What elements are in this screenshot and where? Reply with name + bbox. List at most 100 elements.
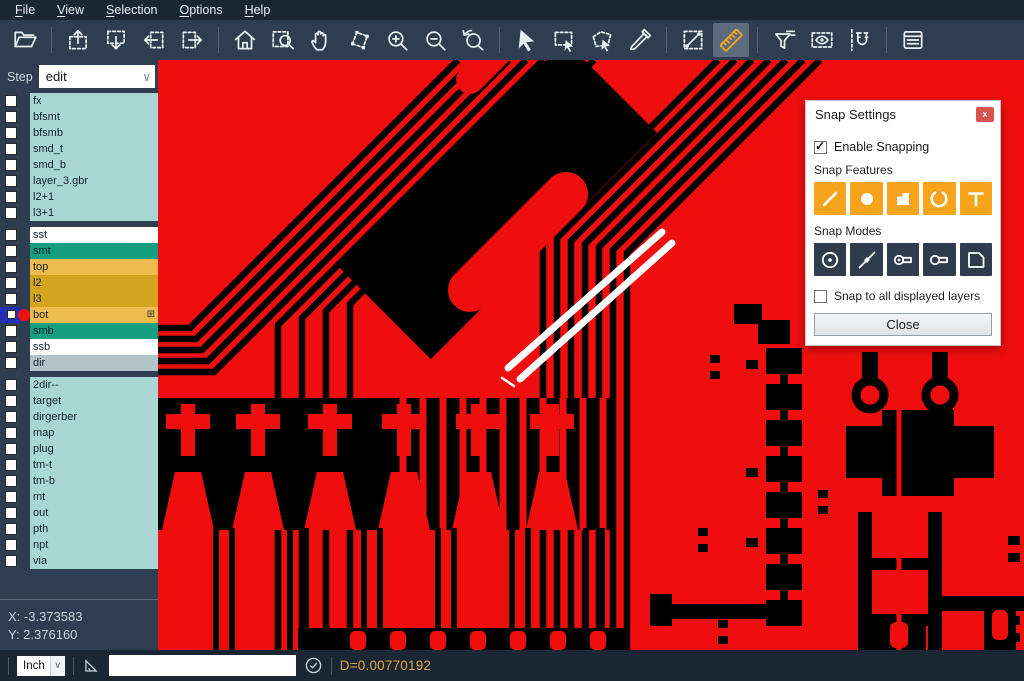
layer-name[interactable]: npt bbox=[30, 537, 158, 553]
layer-name[interactable]: dir bbox=[30, 355, 158, 371]
layer-name[interactable]: ssb bbox=[30, 339, 158, 355]
step-select[interactable]: edit ∨ bbox=[39, 65, 155, 88]
highlight-eye-icon[interactable] bbox=[804, 23, 840, 57]
snap-feature-surface-icon[interactable] bbox=[887, 182, 919, 215]
layer-name[interactable]: bfsmt bbox=[30, 109, 158, 125]
snap-mode-point-on-line-icon[interactable] bbox=[850, 243, 882, 276]
layer-visibility-checkbox[interactable] bbox=[0, 243, 22, 259]
layer-row-plug[interactable]: plug bbox=[0, 441, 158, 457]
layer-name[interactable]: pth bbox=[30, 521, 158, 537]
layer-row-smt[interactable]: smt bbox=[0, 243, 158, 259]
layer-row-via[interactable]: via bbox=[0, 553, 158, 569]
layer-visibility-checkbox[interactable] bbox=[0, 125, 22, 141]
layer-name[interactable]: l2 bbox=[30, 275, 158, 291]
close-button[interactable]: Close bbox=[814, 313, 992, 336]
layer-name[interactable]: smd_b bbox=[30, 157, 158, 173]
layer-visibility-checkbox[interactable] bbox=[0, 521, 22, 537]
layer-name[interactable]: l2+1 bbox=[30, 189, 158, 205]
layer-name[interactable]: map bbox=[30, 425, 158, 441]
clear-brush-icon[interactable] bbox=[622, 23, 658, 57]
shift-left-icon[interactable] bbox=[136, 23, 172, 57]
layer-row-dir[interactable]: dir bbox=[0, 355, 158, 371]
layer-row-l3+1[interactable]: l3+1 bbox=[0, 205, 158, 221]
export-top-icon[interactable] bbox=[60, 23, 96, 57]
layer-visibility-checkbox[interactable] bbox=[0, 537, 22, 553]
enable-snapping-checkbox[interactable] bbox=[814, 141, 827, 154]
layer-name[interactable]: sst bbox=[30, 227, 158, 243]
home-icon[interactable] bbox=[227, 23, 263, 57]
layer-name[interactable]: layer_3.gbr bbox=[30, 173, 158, 189]
layer-name[interactable]: top bbox=[30, 259, 158, 275]
snap-mode-slot-icon[interactable] bbox=[923, 243, 955, 276]
open-folder-icon[interactable] bbox=[7, 23, 43, 57]
layer-row-tm-t[interactable]: tm-t bbox=[0, 457, 158, 473]
layer-visibility-checkbox[interactable] bbox=[0, 205, 22, 221]
layer-row-top[interactable]: top bbox=[0, 259, 158, 275]
layer-visibility-checkbox[interactable] bbox=[0, 355, 22, 371]
snap-feature-text-icon[interactable] bbox=[960, 182, 992, 215]
layer-row-l2+1[interactable]: l2+1 bbox=[0, 189, 158, 205]
snap-mode-center-icon[interactable] bbox=[814, 243, 846, 276]
snap-feature-line-icon[interactable] bbox=[814, 182, 846, 215]
layer-row-smd_b[interactable]: smd_b bbox=[0, 157, 158, 173]
zoom-out-icon[interactable] bbox=[417, 23, 453, 57]
layer-row-2dir--[interactable]: 2dir-- bbox=[0, 377, 158, 393]
snap-mode-outline-icon[interactable] bbox=[960, 243, 992, 276]
layer-row-pth[interactable]: pth bbox=[0, 521, 158, 537]
layer-name[interactable]: smd_t bbox=[30, 141, 158, 157]
layer-name[interactable]: smt bbox=[30, 243, 158, 259]
layer-name[interactable]: tm-t bbox=[30, 457, 158, 473]
ruler-icon[interactable] bbox=[713, 23, 749, 57]
zoom-area-icon[interactable] bbox=[341, 23, 377, 57]
layer-name[interactable]: smb bbox=[30, 323, 158, 339]
layer-visibility-checkbox[interactable] bbox=[0, 553, 22, 569]
layer-row-l2[interactable]: l2 bbox=[0, 275, 158, 291]
layer-visibility-checkbox[interactable] bbox=[0, 339, 22, 355]
menu-options[interactable]: Options bbox=[168, 0, 233, 20]
layer-name[interactable]: mt bbox=[30, 489, 158, 505]
shift-right-icon[interactable] bbox=[174, 23, 210, 57]
layer-visibility-checkbox[interactable] bbox=[0, 393, 22, 409]
menu-help[interactable]: Help bbox=[234, 0, 282, 20]
layer-visibility-checkbox[interactable] bbox=[0, 189, 22, 205]
layer-visibility-checkbox[interactable] bbox=[0, 141, 22, 157]
snap-feature-pad-circle-icon[interactable] bbox=[850, 182, 882, 215]
layer-name[interactable]: tm-b bbox=[30, 473, 158, 489]
layer-visibility-checkbox[interactable] bbox=[0, 93, 22, 109]
command-input[interactable] bbox=[109, 655, 296, 676]
layer-visibility-checkbox[interactable] bbox=[0, 377, 22, 393]
snap-feature-arc-icon[interactable] bbox=[923, 182, 955, 215]
layer-visibility-checkbox[interactable] bbox=[0, 457, 22, 473]
close-icon[interactable]: x bbox=[976, 107, 994, 122]
layer-visibility-checkbox[interactable] bbox=[0, 505, 22, 521]
layer-row-fx[interactable]: fx bbox=[0, 93, 158, 109]
layer-name[interactable]: fx bbox=[30, 93, 158, 109]
layer-name[interactable]: out bbox=[30, 505, 158, 521]
layer-name[interactable]: via bbox=[30, 553, 158, 569]
layer-name[interactable]: 2dir-- bbox=[30, 377, 158, 393]
layer-row-npt[interactable]: npt bbox=[0, 537, 158, 553]
layer-visibility-checkbox[interactable] bbox=[0, 323, 22, 339]
layer-name[interactable]: bot⊞ bbox=[30, 307, 158, 323]
dialog-title-bar[interactable]: Snap Settings x bbox=[806, 101, 1000, 128]
layer-row-mt[interactable]: mt bbox=[0, 489, 158, 505]
pan-hand-icon[interactable] bbox=[303, 23, 339, 57]
layer-row-tm-b[interactable]: tm-b bbox=[0, 473, 158, 489]
layer-row-smb[interactable]: smb bbox=[0, 323, 158, 339]
layer-visibility-checkbox[interactable] bbox=[0, 275, 22, 291]
layers-panel-icon[interactable] bbox=[895, 23, 931, 57]
enable-snapping-row[interactable]: Enable Snapping bbox=[814, 140, 992, 154]
menu-file[interactable]: File bbox=[4, 0, 46, 20]
layer-row-dirgerber[interactable]: dirgerber bbox=[0, 409, 158, 425]
layer-row-out[interactable]: out bbox=[0, 505, 158, 521]
layer-visibility-checkbox[interactable] bbox=[0, 109, 22, 125]
layer-visibility-checkbox[interactable] bbox=[0, 425, 22, 441]
layer-visibility-checkbox[interactable] bbox=[0, 227, 22, 243]
snap-magnet-icon[interactable] bbox=[842, 23, 878, 57]
unit-select[interactable]: Inch ∨ bbox=[17, 656, 65, 676]
layer-visibility-checkbox[interactable] bbox=[0, 157, 22, 173]
filter-funnel-icon[interactable] bbox=[766, 23, 802, 57]
layer-visibility-checkbox[interactable] bbox=[0, 473, 22, 489]
layer-row-map[interactable]: map bbox=[0, 425, 158, 441]
select-cursor-icon[interactable] bbox=[508, 23, 544, 57]
